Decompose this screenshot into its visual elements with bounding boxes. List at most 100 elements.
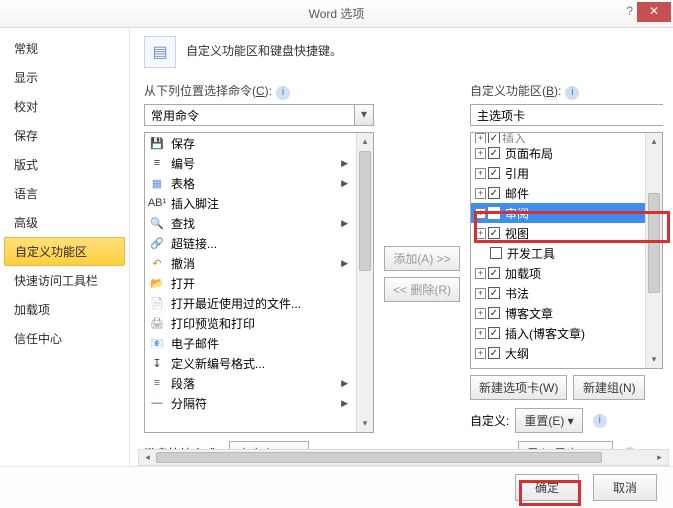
checkbox[interactable] [488, 267, 500, 279]
ok-button[interactable]: 确定 [515, 474, 579, 501]
list-item[interactable]: 💾保存 [145, 133, 356, 153]
nav-item-10[interactable]: 信任中心 [0, 324, 129, 353]
nav-item-9[interactable]: 加载项 [0, 295, 129, 324]
item-label: 段落 [171, 375, 195, 392]
nav-item-6[interactable]: 高级 [0, 208, 129, 237]
checkbox[interactable] [488, 207, 500, 219]
expand-icon[interactable]: + [475, 328, 486, 339]
scrollbar[interactable]: ▴ ▾ [356, 133, 373, 432]
scroll-thumb[interactable] [648, 193, 660, 293]
list-item[interactable]: 📧电子邮件 [145, 333, 356, 353]
list-item[interactable]: ▦表格▶ [145, 173, 356, 193]
list-item[interactable]: ≡编号▶ [145, 153, 356, 173]
checkbox[interactable] [488, 133, 500, 143]
list-item[interactable]: ↶撤消▶ [145, 253, 356, 273]
titlebar: Word 选项 ? ✕ [0, 0, 673, 28]
item-label: 分隔符 [171, 395, 207, 412]
list-item[interactable]: ↧定义新编号格式... [145, 353, 356, 373]
list-item[interactable]: 📂打开 [145, 273, 356, 293]
new-tab-button[interactable]: 新建选项卡(W) [470, 375, 567, 400]
tree-row[interactable]: + 加载项 [471, 263, 645, 283]
commands-listbox[interactable]: 💾保存≡编号▶▦表格▶AB¹插入脚注🔍查找▶🔗超链接...↶撤消▶📂打开📄打开最… [145, 133, 356, 432]
horizontal-scrollbar[interactable]: ◂ ▸ [138, 449, 669, 466]
help-icon[interactable]: i [593, 414, 607, 428]
scrollbar[interactable]: ▴ ▾ [645, 133, 662, 368]
scroll-left-icon[interactable]: ◂ [139, 450, 156, 465]
remove-button[interactable]: << 删除(R) [384, 277, 460, 302]
nav-item-1[interactable]: 显示 [0, 63, 129, 92]
nav-item-3[interactable]: 保存 [0, 121, 129, 150]
item-label: 编号 [171, 155, 195, 172]
checkbox[interactable] [488, 327, 500, 339]
checkbox[interactable] [490, 247, 502, 259]
checkbox[interactable] [488, 347, 500, 359]
close-icon[interactable]: ✕ [637, 2, 671, 22]
tree-item-label: 加载项 [502, 265, 541, 282]
list-item[interactable]: ≡段落▶ [145, 373, 356, 393]
tree-row[interactable]: +博客文章 [471, 303, 645, 323]
expand-icon[interactable]: + [475, 348, 486, 359]
expand-icon[interactable]: + [475, 268, 486, 279]
list-item[interactable]: 📄打开最近使用过的文件... [145, 293, 356, 313]
tree-item-label: 插入(博客文章) [502, 325, 585, 342]
tree-row[interactable]: 开发工具 [471, 243, 645, 263]
scroll-thumb[interactable] [156, 452, 602, 463]
checkbox[interactable] [488, 307, 500, 319]
expand-icon[interactable]: + [475, 308, 486, 319]
cancel-button[interactable]: 取消 [593, 474, 657, 501]
checkbox[interactable] [488, 287, 500, 299]
scroll-thumb[interactable] [359, 151, 371, 271]
expand-icon[interactable]: + [475, 168, 486, 179]
nav-item-5[interactable]: 语言 [0, 179, 129, 208]
checkbox[interactable] [488, 187, 500, 199]
list-item[interactable]: 🔍查找▶ [145, 213, 356, 233]
tree-row[interactable]: +大纲 [471, 343, 645, 363]
tree-row[interactable]: + 插入(博客文章) [471, 323, 645, 343]
new-group-button[interactable]: 新建组(N) [573, 375, 645, 400]
tree-row[interactable]: +页面布局 [471, 143, 645, 163]
tree-row[interactable]: +邮件 [471, 183, 645, 203]
nav-item-0[interactable]: 常规 [0, 34, 129, 63]
nav-item-7[interactable]: 自定义功能区 [4, 237, 125, 266]
scroll-up-icon[interactable]: ▴ [646, 133, 662, 150]
item-icon: ≡ [149, 155, 165, 171]
ribbon-tree[interactable]: +插入+页面布局+引用+邮件+审阅+视图开发工具+加载项+书法+博客文章+插入(… [471, 133, 645, 368]
item-icon: ▦ [149, 175, 165, 191]
expand-icon[interactable]: + [475, 228, 486, 239]
checkbox[interactable] [488, 167, 500, 179]
tree-row[interactable]: +书法 [471, 283, 645, 303]
expand-icon[interactable]: + [475, 288, 486, 299]
scroll-right-icon[interactable]: ▸ [651, 450, 668, 465]
chevron-down-icon[interactable]: ▾ [354, 104, 374, 126]
list-item[interactable]: 🖨打印预览和打印 [145, 313, 356, 333]
help-icon[interactable]: i [565, 86, 579, 100]
list-item[interactable]: AB¹插入脚注 [145, 193, 356, 213]
expand-icon[interactable]: + [475, 133, 486, 143]
tree-item-label: 审阅 [502, 205, 529, 222]
tree-row[interactable]: + 审阅 [471, 203, 645, 223]
tree-row[interactable]: +引用 [471, 163, 645, 183]
nav-item-4[interactable]: 版式 [0, 150, 129, 179]
expand-icon[interactable]: + [475, 188, 486, 199]
submenu-arrow-icon: ▶ [341, 258, 352, 269]
checkbox[interactable] [488, 227, 500, 239]
nav-item-8[interactable]: 快速访问工具栏 [0, 266, 129, 295]
item-label: 表格 [171, 175, 195, 192]
tree-row[interactable]: +视图 [471, 223, 645, 243]
help-icon[interactable]: ? [626, 4, 633, 18]
add-button[interactable]: 添加(A) >> [384, 246, 459, 271]
scroll-up-icon[interactable]: ▴ [357, 133, 373, 150]
expand-icon[interactable]: + [475, 148, 486, 159]
ribbon-target-combo[interactable]: 主选项卡 [470, 104, 663, 126]
list-item[interactable]: —分隔符▶ [145, 393, 356, 413]
nav-item-2[interactable]: 校对 [0, 92, 129, 121]
commands-source-combo[interactable]: 常用命令 [144, 104, 354, 126]
expand-icon[interactable]: + [475, 208, 486, 219]
ribbon-icon: ▤ [144, 36, 176, 68]
scroll-down-icon[interactable]: ▾ [357, 415, 373, 432]
checkbox[interactable] [488, 147, 500, 159]
help-icon[interactable]: i [276, 86, 290, 100]
list-item[interactable]: 🔗超链接... [145, 233, 356, 253]
scroll-down-icon[interactable]: ▾ [646, 351, 662, 368]
reset-button[interactable]: 重置(E) ▾ [515, 408, 582, 433]
